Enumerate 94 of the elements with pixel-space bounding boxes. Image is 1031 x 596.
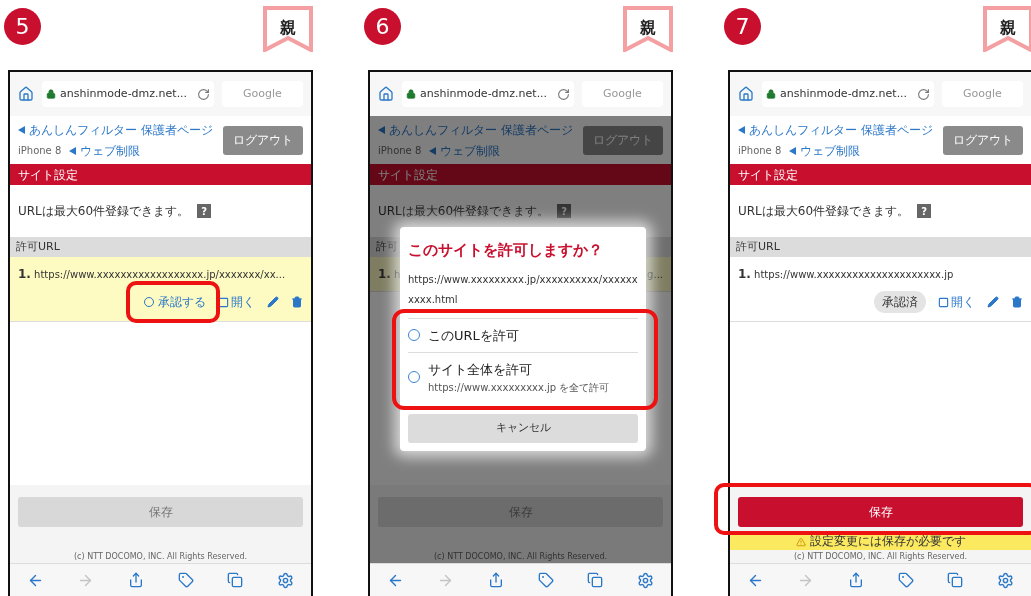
address-text: anshinmode-dmz.net... xyxy=(60,85,188,102)
save-button: 保存 xyxy=(18,497,303,527)
device-name: iPhone 8 xyxy=(738,144,782,158)
list-header: 許可URL xyxy=(730,237,1031,257)
option-label: このURLを許可 xyxy=(428,326,519,345)
lock-icon xyxy=(406,89,416,99)
step-number: 6 xyxy=(364,8,401,45)
warning-text: 設定変更には保存が必要です xyxy=(809,533,966,550)
copyright-text: (c) NTT DOCOMO, INC. All Rights Reserved. xyxy=(793,551,968,563)
address-field[interactable]: anshinmode-dmz.net... xyxy=(42,81,214,107)
copyright-text: (c) NTT DOCOMO, INC. All Rights Reserved. xyxy=(433,551,608,563)
approved-badge: 承認済 xyxy=(874,291,926,313)
warning-icon xyxy=(795,536,806,547)
url-text: 1. https://www.xxxxxxxxxxxxxxxxxx.jp/xxxxxxx/xx... xyxy=(18,266,286,283)
approve-button[interactable]: 承認する xyxy=(144,293,206,311)
left-triangle-icon xyxy=(18,125,25,134)
save-button[interactable]: 保存 xyxy=(738,497,1023,527)
delete-icon[interactable] xyxy=(1011,296,1023,308)
cancel-button[interactable]: キャンセル xyxy=(408,413,638,443)
home-icon[interactable] xyxy=(738,86,754,102)
device-name: iPhone 8 xyxy=(378,144,422,158)
tag-icon[interactable] xyxy=(897,572,914,588)
reload-icon[interactable] xyxy=(557,87,570,101)
breadcrumb-link[interactable]: ウェブ制限 xyxy=(789,141,861,160)
url-text: 1. h xyxy=(378,266,401,283)
list-header: 許可URL xyxy=(10,237,311,257)
address-text: anshinmode-dmz.net... xyxy=(420,85,548,102)
search-field[interactable]: Google xyxy=(222,81,303,107)
radio-option[interactable]: サイト全体を許可 https://www.xxxxxxxxx.jp を全て許可 xyxy=(408,353,638,402)
breadcrumb-link[interactable]: ウェブ制限 xyxy=(69,141,141,160)
step-number: 7 xyxy=(724,8,761,45)
left-triangle-icon xyxy=(69,146,77,155)
copyright-text: (c) NTT DOCOMO, INC. All Rights Reserved. xyxy=(73,551,248,563)
left-triangle-icon xyxy=(378,125,385,134)
section-header: サイト設定 xyxy=(370,164,671,185)
radio-button[interactable] xyxy=(408,329,420,342)
breadcrumb-link[interactable]: あんしんフィルター 保護者ページ xyxy=(378,120,573,139)
pages-icon[interactable] xyxy=(587,572,604,588)
parent-tag: 親 xyxy=(263,6,313,52)
share-icon[interactable] xyxy=(488,572,505,588)
info-text: URLは最大60件登録できます。 xyxy=(18,203,190,220)
info-text: URLは最大60件登録できます。 xyxy=(378,203,550,220)
address-text: anshinmode-dmz.net... xyxy=(780,85,908,102)
device-name: iPhone 8 xyxy=(18,144,62,158)
settings-icon[interactable] xyxy=(277,571,295,589)
parent-tag: 親 xyxy=(623,6,673,52)
info-text: URLは最大60件登録できます。 xyxy=(738,203,910,220)
settings-icon[interactable] xyxy=(997,571,1015,589)
help-button[interactable]: ? xyxy=(557,204,572,218)
logout-button[interactable]: ログアウト xyxy=(943,125,1023,155)
breadcrumb-link[interactable]: あんしんフィルター 保護者ページ xyxy=(738,120,933,139)
window-icon xyxy=(938,296,949,308)
edit-icon[interactable] xyxy=(987,296,999,308)
left-triangle-icon xyxy=(789,146,797,155)
home-icon[interactable] xyxy=(18,86,34,102)
search-field[interactable]: Google xyxy=(942,81,1023,107)
lock-icon xyxy=(46,89,56,99)
url-text: g... xyxy=(647,267,663,282)
tag-icon[interactable] xyxy=(177,572,194,588)
window-icon xyxy=(218,296,229,308)
address-field[interactable]: anshinmode-dmz.net... xyxy=(402,81,574,107)
logout-button[interactable]: ログアウト xyxy=(223,125,303,155)
lock-icon xyxy=(766,89,776,99)
radio-option[interactable]: このURLを許可 xyxy=(408,318,638,353)
section-header: サイト設定 xyxy=(730,164,1031,185)
help-button[interactable]: ? xyxy=(197,204,212,218)
radio-button[interactable] xyxy=(408,371,420,384)
address-field[interactable]: anshinmode-dmz.net... xyxy=(762,81,934,107)
parent-tag: 親 xyxy=(983,6,1031,52)
breadcrumb-link[interactable]: あんしんフィルター 保護者ページ xyxy=(18,120,213,139)
open-link[interactable]: 開く xyxy=(218,293,255,311)
reload-icon[interactable] xyxy=(917,87,930,101)
settings-icon[interactable] xyxy=(637,571,655,589)
option-note: https://www.xxxxxxxxx.jp を全て許可 xyxy=(428,380,610,395)
section-header: サイト設定 xyxy=(10,164,311,185)
search-field[interactable]: Google xyxy=(582,81,663,107)
option-label: サイト全体を許可 xyxy=(428,361,533,379)
left-triangle-icon xyxy=(738,125,745,134)
step-number: 5 xyxy=(4,8,41,45)
pages-icon[interactable] xyxy=(227,572,244,588)
share-icon[interactable] xyxy=(128,572,145,588)
dialog-url: https://www.xxxxxxxxx.jp/xxxxxxxxxx/xxxxxxxxxx.html xyxy=(408,272,638,307)
edit-icon[interactable] xyxy=(267,296,279,308)
share-icon[interactable] xyxy=(848,572,865,588)
help-button[interactable]: ? xyxy=(917,204,932,218)
open-link[interactable]: 開く xyxy=(938,293,975,311)
reload-icon[interactable] xyxy=(197,87,210,101)
delete-icon[interactable] xyxy=(291,296,303,308)
url-text: 1. https://www.xxxxxxxxxxxxxxxxxxxxx.jp xyxy=(738,266,954,283)
tag-icon[interactable] xyxy=(537,572,554,588)
pages-icon[interactable] xyxy=(947,572,964,588)
left-triangle-icon xyxy=(429,146,437,155)
home-icon[interactable] xyxy=(378,86,394,102)
breadcrumb-link[interactable]: ウェブ制限 xyxy=(429,141,501,160)
